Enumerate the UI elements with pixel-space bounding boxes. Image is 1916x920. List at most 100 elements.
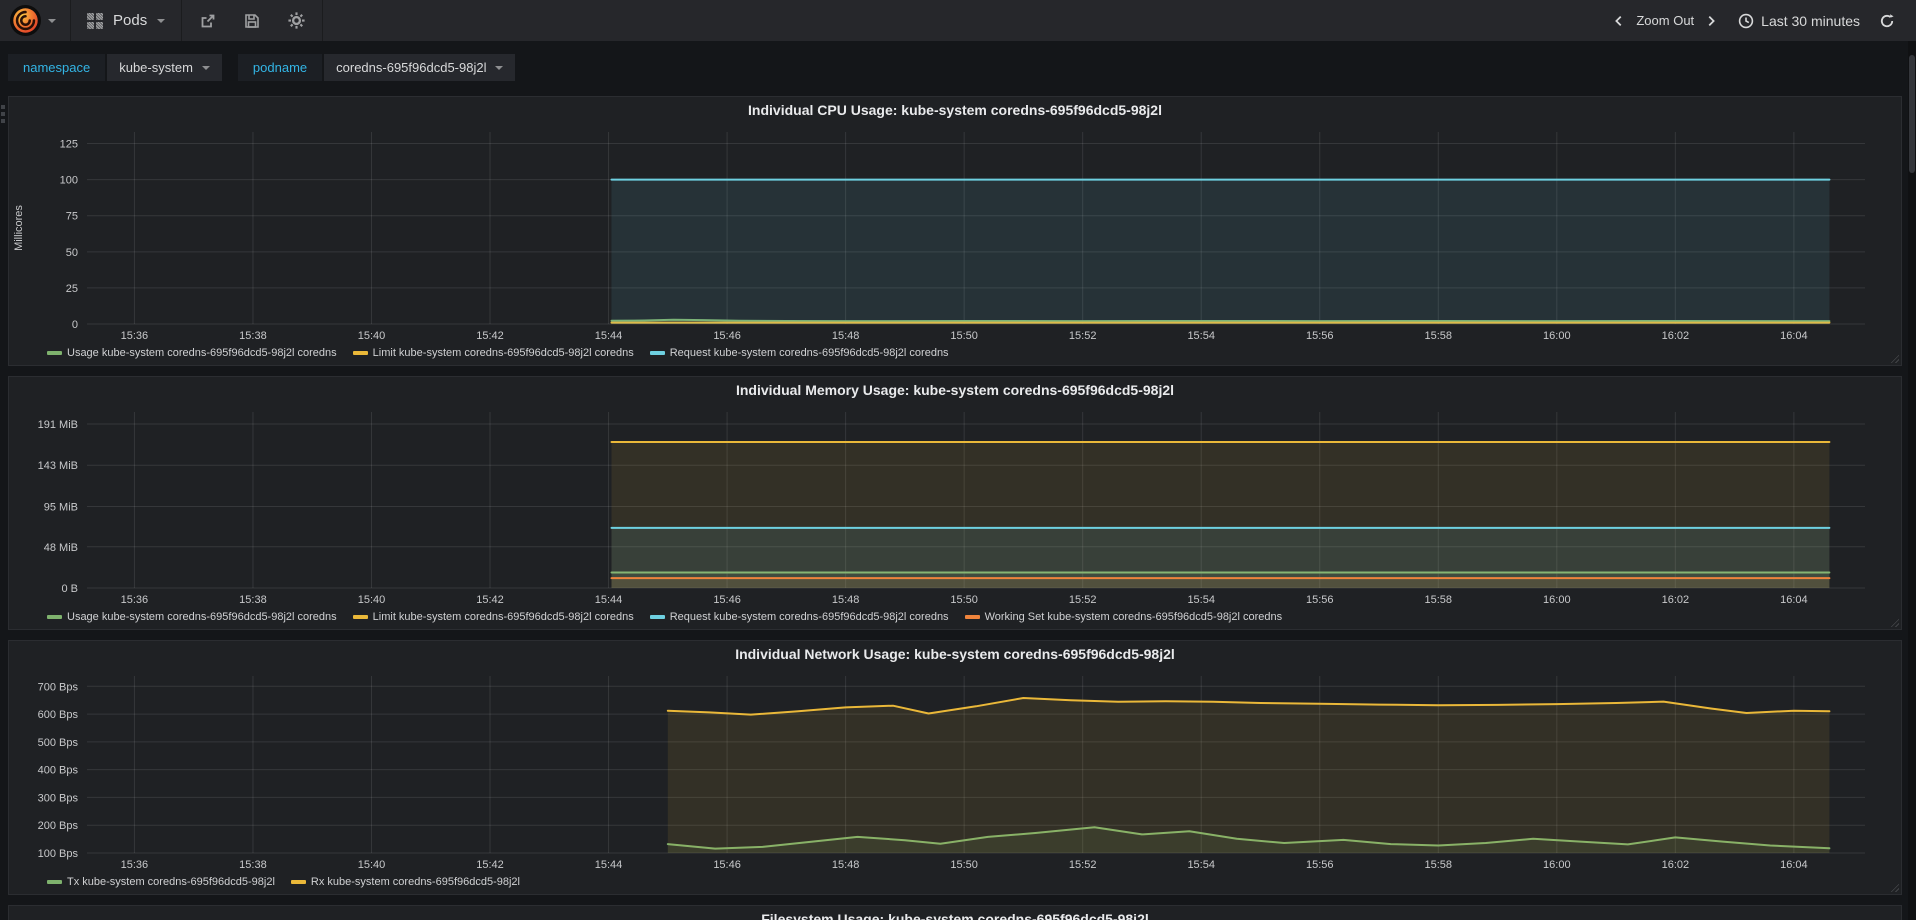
svg-text:16:02: 16:02	[1662, 330, 1690, 342]
svg-text:15:48: 15:48	[832, 859, 860, 871]
legend-item[interactable]: Usage kube-system coredns-695f96dcd5-98j…	[47, 611, 337, 623]
dashboard-grid-icon	[87, 12, 103, 29]
variable-namespace-select[interactable]: kube-system	[107, 54, 222, 81]
svg-text:15:40: 15:40	[358, 594, 386, 606]
grafana-logo-icon[interactable]	[10, 5, 41, 36]
svg-text:16:02: 16:02	[1662, 859, 1690, 871]
variable-podname-label: podname	[237, 54, 323, 81]
svg-text:15:54: 15:54	[1187, 330, 1215, 342]
panel-title[interactable]: Individual CPU Usage: kube-system coredn…	[9, 97, 1901, 124]
svg-text:15:58: 15:58	[1425, 594, 1453, 606]
legend-swatch	[649, 351, 665, 355]
panel-memory-usage: Individual Memory Usage: kube-system cor…	[8, 376, 1902, 630]
legend-item[interactable]: Tx kube-system coredns-695f96dcd5-98j2l	[47, 876, 275, 888]
refresh-button[interactable]	[1874, 6, 1900, 36]
legend-item[interactable]: Limit kube-system coredns-695f96dcd5-98j…	[352, 347, 634, 359]
memory-chart[interactable]: 15:36 15:38 15:40 15:42 15:44 15:46 15:48 15:50…	[9, 404, 1901, 610]
panel-title[interactable]: Filesystem Usage: kube-system coredns-69…	[9, 906, 1901, 920]
clock-icon	[1738, 13, 1754, 28]
grafana-main-menu[interactable]	[0, 0, 71, 41]
svg-text:25: 25	[66, 283, 78, 295]
zoom-out-button[interactable]: Zoom Out	[1636, 13, 1694, 28]
svg-text:0 B: 0 B	[61, 583, 78, 595]
legend-item[interactable]: Limit kube-system coredns-695f96dcd5-98j…	[352, 611, 634, 623]
panel-drag-grip[interactable]	[1, 105, 6, 123]
svg-text:15:52: 15:52	[1069, 594, 1097, 606]
save-button[interactable]	[230, 0, 274, 41]
svg-text:48 MiB: 48 MiB	[44, 542, 78, 554]
svg-text:400 Bps: 400 Bps	[38, 765, 79, 777]
svg-text:16:04: 16:04	[1780, 594, 1808, 606]
svg-text:16:04: 16:04	[1780, 859, 1808, 871]
svg-text:15:44: 15:44	[595, 330, 623, 342]
dashboard-picker[interactable]: Pods	[71, 0, 183, 41]
svg-text:200 Bps: 200 Bps	[38, 820, 79, 832]
svg-text:16:00: 16:00	[1543, 859, 1571, 871]
grafana-logo	[13, 8, 38, 33]
svg-text:15:44: 15:44	[595, 594, 623, 606]
time-shift-forward-button[interactable]	[1698, 6, 1724, 36]
caret-down-icon	[201, 65, 210, 70]
settings-button[interactable]	[274, 0, 318, 41]
svg-text:15:56: 15:56	[1306, 594, 1334, 606]
time-range-picker[interactable]: Last 30 minutes	[1728, 13, 1870, 29]
svg-text:300 Bps: 300 Bps	[38, 792, 79, 804]
time-controls: Zoom Out Last 30 minutes	[1606, 0, 1916, 41]
svg-text:15:40: 15:40	[358, 859, 386, 871]
svg-text:95 MiB: 95 MiB	[44, 501, 78, 513]
variable-namespace-label: namespace	[8, 54, 106, 81]
svg-text:15:36: 15:36	[121, 859, 149, 871]
svg-text:15:38: 15:38	[239, 594, 267, 606]
legend-label: Tx kube-system coredns-695f96dcd5-98j2l	[67, 876, 275, 888]
cpu-chart[interactable]: 15:36 15:38 15:40 15:42 15:44 15:46 15:48 15:50…	[9, 124, 1901, 346]
legend-label: Request kube-system coredns-695f96dcd5-9…	[669, 611, 949, 623]
svg-text:15:46: 15:46	[713, 594, 741, 606]
legend-item[interactable]: Request kube-system coredns-695f96dcd5-9…	[649, 347, 949, 359]
settings-gear-icon	[288, 12, 305, 29]
legend-item[interactable]: Rx kube-system coredns-695f96dcd5-98j2l	[290, 876, 520, 888]
svg-text:15:46: 15:46	[713, 330, 741, 342]
chart-svg: 15:36 15:38 15:40 15:42 15:44 15:46 15:48 15:50…	[38, 676, 1865, 871]
legend-swatch	[47, 615, 62, 619]
svg-text:15:50: 15:50	[950, 594, 978, 606]
svg-text:0: 0	[72, 319, 78, 331]
share-button[interactable]	[186, 0, 230, 41]
dashboard-actions	[182, 0, 324, 41]
svg-text:15:58: 15:58	[1425, 859, 1453, 871]
svg-text:15:48: 15:48	[832, 330, 860, 342]
legend-item[interactable]: Working Set kube-system coredns-695f96dc…	[964, 611, 1282, 623]
caret-down-icon	[157, 18, 166, 23]
variable-namespace-value: kube-system	[119, 60, 193, 75]
page-scrollbar[interactable]	[1908, 41, 1916, 920]
variable-podname-value: coredns-695f96dcd5-98j2l	[336, 60, 487, 75]
panel-title[interactable]: Individual Network Usage: kube-system co…	[9, 641, 1901, 668]
legend-item[interactable]: Request kube-system coredns-695f96dcd5-9…	[649, 611, 949, 623]
network-chart[interactable]: 15:36 15:38 15:40 15:42 15:44 15:46 15:48 15:50…	[9, 668, 1901, 875]
panel-network-usage: Individual Network Usage: kube-system co…	[8, 640, 1902, 895]
time-shift-back-button[interactable]	[1606, 6, 1632, 36]
svg-text:16:04: 16:04	[1780, 330, 1808, 342]
svg-text:15:50: 15:50	[950, 859, 978, 871]
chart-svg: 15:36 15:38 15:40 15:42 15:44 15:46 15:48 15:50…	[13, 132, 1865, 342]
legend-label: Request kube-system coredns-695f96dcd5-9…	[669, 347, 949, 359]
template-variables-row: namespace kube-system podname coredns-69…	[0, 41, 1916, 81]
svg-text:15:44: 15:44	[595, 859, 623, 871]
dashboard-title: Pods	[113, 12, 148, 29]
svg-text:15:38: 15:38	[239, 330, 267, 342]
caret-down-icon	[495, 65, 504, 70]
svg-text:15:48: 15:48	[832, 594, 860, 606]
legend-item[interactable]: Usage kube-system coredns-695f96dcd5-98j…	[47, 347, 337, 359]
svg-text:15:36: 15:36	[121, 594, 149, 606]
save-icon	[245, 13, 260, 28]
panel-title[interactable]: Individual Memory Usage: kube-system cor…	[9, 377, 1901, 404]
svg-text:600 Bps: 600 Bps	[38, 709, 79, 721]
svg-text:16:02: 16:02	[1662, 594, 1690, 606]
svg-text:15:42: 15:42	[476, 330, 504, 342]
variable-podname-select[interactable]: coredns-695f96dcd5-98j2l	[324, 54, 516, 81]
scrollbar-thumb[interactable]	[1909, 55, 1915, 173]
time-range-label: Last 30 minutes	[1761, 12, 1860, 29]
legend-swatch	[964, 615, 980, 619]
legend-label: Limit kube-system coredns-695f96dcd5-98j…	[372, 347, 634, 359]
svg-text:15:46: 15:46	[713, 859, 741, 871]
svg-text:191 MiB: 191 MiB	[38, 419, 78, 431]
